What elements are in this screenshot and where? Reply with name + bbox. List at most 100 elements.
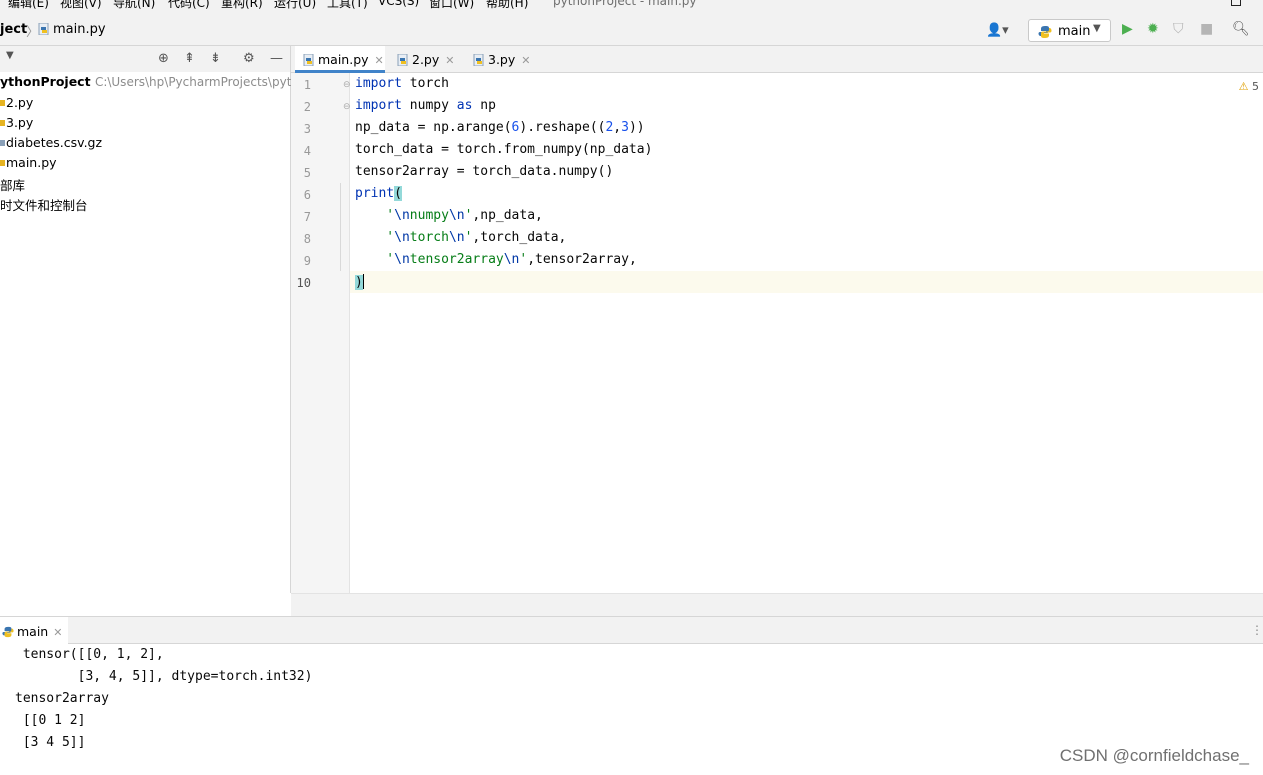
python-icon [1038, 26, 1052, 38]
menu-window[interactable]: 窗口(W) [429, 0, 474, 10]
breadcrumb-file-label: main.py [53, 22, 106, 37]
code-line-1: import torch [355, 76, 449, 91]
run-tab-main[interactable]: main ✕ [0, 617, 68, 644]
close-icon[interactable]: ✕ [53, 626, 62, 639]
python-file-icon [397, 54, 408, 66]
line-number: 6 [303, 188, 311, 202]
run-tool-window-header: main ✕ ⋮ [0, 616, 1263, 644]
tree-item-scratches[interactable]: 时文件和控制台 [0, 195, 88, 214]
tree-item-label: 时文件和控制台 [0, 198, 88, 213]
python-file-icon [473, 54, 484, 66]
code-token: ' [355, 208, 395, 223]
chevron-down-icon[interactable]: ▼ [6, 50, 14, 61]
code-editor[interactable]: 1 2 3 4 5 6 7 8 9 10 ⊖ ⊖ import torch im… [291, 73, 1263, 593]
code-token: ).reshape(( [519, 120, 606, 135]
line-number-gutter: 1 2 3 4 5 6 7 8 9 10 ⊖ ⊖ [291, 73, 351, 593]
python-file-icon [38, 23, 49, 35]
menu-tools[interactable]: 工具(T) [327, 0, 368, 10]
run-icon[interactable]: ▶ [1122, 21, 1133, 37]
project-root-path: C:\Users\hp\PycharmProjects\python [94, 75, 314, 89]
chevron-down-icon: ▼ [1093, 23, 1101, 34]
tree-item-label: 3.py [6, 115, 34, 130]
coverage-icon[interactable]: ⛉ [1173, 21, 1184, 37]
python-icon [2, 626, 14, 638]
project-root[interactable]: ythonProject C:\Users\hp\PycharmProjects… [0, 74, 314, 89]
menu-view[interactable]: 视图(V) [60, 0, 102, 10]
collapse-all-icon[interactable]: ⇟ [210, 51, 221, 66]
current-line-highlight [350, 271, 1263, 293]
tree-item-diabetes[interactable]: diabetes.csv.gz [0, 135, 102, 150]
breadcrumb-project[interactable]: ject [0, 22, 27, 37]
python-file-icon [0, 120, 5, 126]
code-token: \n [394, 208, 410, 223]
code-token: , [613, 120, 622, 135]
run-console[interactable]: tensor([[0, 1, 2], [3, 4, 5]], dtype=tor… [0, 644, 1263, 775]
gear-icon[interactable]: ⚙ [243, 51, 255, 66]
tree-item-3py[interactable]: 3.py [0, 115, 33, 130]
locate-icon[interactable]: ⊕ [158, 51, 169, 66]
line-number: 1 [303, 78, 311, 92]
watermark: CSDN @cornfieldchase_ [1059, 746, 1249, 765]
more-icon[interactable]: ⋮ [1251, 623, 1263, 637]
fold-icon[interactable]: ⊖ [343, 80, 351, 90]
tree-item-external-libraries[interactable]: 部库 [0, 175, 25, 194]
project-tool-window: ▼ ⊕ ⇞ ⇟ ⚙ — ythonProject C:\Users\hp\Pyc… [0, 46, 314, 616]
code-token: ' [355, 230, 395, 245]
menu-help[interactable]: 帮助(H) [486, 0, 528, 10]
console-line: [[0 1 2] [15, 713, 86, 728]
line-number: 4 [303, 144, 311, 158]
code-token: as [456, 98, 473, 113]
line-number: 2 [303, 100, 311, 114]
tab-main-py[interactable]: main.py ✕ [295, 46, 385, 73]
code-token: numpy [409, 208, 449, 223]
python-file-icon [0, 100, 5, 106]
close-icon[interactable]: ✕ [375, 54, 384, 67]
expand-all-icon[interactable]: ⇞ [184, 51, 195, 66]
menu-vcs[interactable]: VCS(S) [378, 0, 419, 8]
navigation-bar: ject 〉 main.py 👤▾ main ▼ ▶ ✹ ⛉ ■ 🔍︎ [0, 10, 1263, 46]
tab-label: 2.py [412, 52, 440, 67]
code-line-5: tensor2array = torch_data.numpy() [355, 164, 614, 179]
menu-refactor[interactable]: 重构(R) [221, 0, 263, 10]
breadcrumb-file[interactable]: main.py [38, 22, 106, 37]
search-icon[interactable]: 🔍︎ [1232, 21, 1250, 37]
tab-3-py[interactable]: 3.py ✕ [470, 46, 546, 73]
line-number: 10 [296, 276, 311, 290]
code-token: ,np_data, [472, 208, 543, 223]
tab-2-py[interactable]: 2.py ✕ [395, 46, 471, 73]
editor-footer [291, 593, 1263, 616]
stop-icon[interactable]: ■ [1200, 21, 1213, 37]
user-icon[interactable]: 👤▾ [986, 23, 1009, 38]
project-root-name: ythonProject [0, 74, 91, 89]
inspection-widget[interactable]: ⚠ 5 [1239, 80, 1259, 93]
run-config-label: main [1058, 24, 1091, 39]
close-icon[interactable]: ✕ [521, 54, 530, 67]
minimize-icon[interactable]: — [270, 51, 283, 66]
code-line-7: '\nnumpy\n',np_data, [355, 208, 543, 223]
run-config-selector[interactable]: main ▼ [1028, 19, 1111, 42]
line-number: 8 [303, 232, 311, 246]
run-tab-label: main [17, 624, 49, 639]
archive-file-icon [0, 140, 5, 146]
tab-label: 3.py [488, 52, 516, 67]
code-line-10: ) [355, 274, 364, 290]
fold-icon[interactable]: ⊖ [343, 102, 351, 112]
menu-run[interactable]: 运行(U) [274, 0, 316, 10]
tree-item-label: diabetes.csv.gz [6, 135, 103, 150]
code-line-3: np_data = np.arange(6).reshape((2,3)) [355, 120, 645, 135]
code-token: numpy [401, 98, 457, 113]
debug-icon[interactable]: ✹ [1147, 21, 1159, 37]
code-token: import [355, 76, 402, 91]
tree-item-2py[interactable]: 2.py [0, 95, 33, 110]
python-file-icon [303, 54, 314, 66]
code-line-8: '\ntorch\n',torch_data, [355, 230, 566, 245]
menu-navigate[interactable]: 导航(N) [113, 0, 155, 10]
code-token: )) [628, 120, 645, 135]
tree-item-label: 部库 [0, 178, 26, 193]
maximize-icon[interactable] [1231, 0, 1241, 6]
menu-edit[interactable]: 编辑(E) [8, 0, 49, 10]
code-line-6: print( [355, 186, 402, 201]
menu-code[interactable]: 代码(C) [168, 0, 210, 10]
close-icon[interactable]: ✕ [445, 54, 454, 67]
tree-item-mainpy[interactable]: main.py [0, 155, 57, 170]
